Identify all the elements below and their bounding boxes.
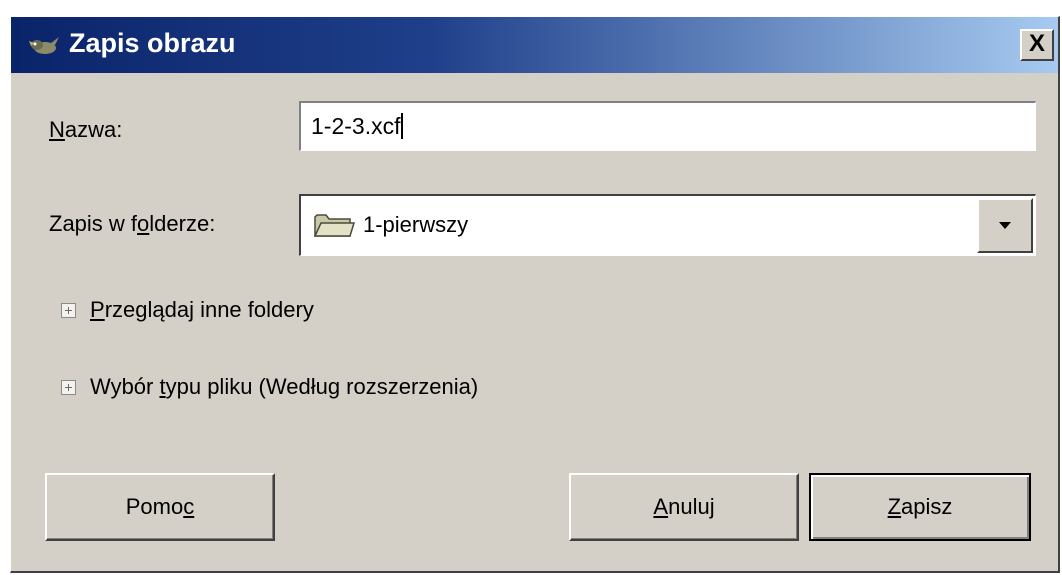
save-button[interactable]: Zapisz xyxy=(809,473,1031,541)
folder-label: Zapis w folderze: xyxy=(49,211,216,236)
browse-folders-expander[interactable]: Przeglądaj inne foldery xyxy=(61,295,314,325)
save-image-dialog: Zapis obrazu X Nazwa: 1-2-3.xcf Zapis w … xyxy=(10,16,1060,573)
window-title: Zapis obrazu xyxy=(69,28,236,58)
folder-icon xyxy=(313,214,355,237)
text-caret xyxy=(401,113,404,139)
folder-dropdown-button[interactable] xyxy=(977,198,1033,253)
help-button[interactable]: Pomoc xyxy=(45,473,275,541)
folder-value: 1-pierwszy xyxy=(363,212,469,237)
browse-folders-label: Przeglądaj inne foldery xyxy=(90,297,314,322)
filename-value: 1-2-3.xcf xyxy=(311,113,401,139)
file-type-label: Wybór typu pliku (Według rozszerzenia) xyxy=(90,374,479,399)
cancel-button-label: Anuluj xyxy=(653,494,715,519)
filename-input[interactable]: 1-2-3.xcf xyxy=(299,101,1036,151)
folder-select[interactable]: 1-pierwszy xyxy=(299,194,1036,256)
close-icon: X xyxy=(1028,30,1045,57)
chevron-down-icon xyxy=(999,222,1011,229)
gimp-wilber-icon xyxy=(29,37,59,54)
file-type-expander[interactable]: Wybór typu pliku (Według rozszerzenia) xyxy=(61,372,478,402)
cancel-button[interactable]: Anuluj xyxy=(569,473,799,541)
expand-plus-icon xyxy=(61,379,76,395)
expand-plus-icon xyxy=(61,302,76,318)
name-label: Nazwa: xyxy=(49,117,123,142)
close-button[interactable]: X xyxy=(1020,29,1054,61)
help-button-label: Pomoc xyxy=(125,494,195,519)
save-button-label: Zapisz xyxy=(887,494,953,519)
title-bar[interactable]: Zapis obrazu X xyxy=(11,17,1058,73)
